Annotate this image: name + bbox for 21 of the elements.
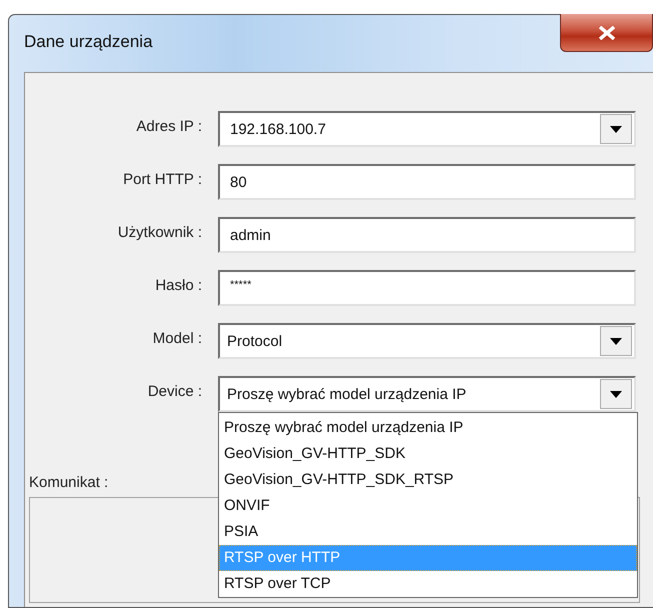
field-label: Device : bbox=[146, 382, 202, 400]
dropdown-button[interactable] bbox=[600, 379, 632, 409]
password-field[interactable]: ***** bbox=[218, 270, 636, 306]
dropdown-arrow-icon bbox=[610, 390, 622, 398]
message-label: Komunikat : bbox=[29, 474, 108, 491]
dropdown-arrow-icon bbox=[610, 338, 622, 344]
field-label: Hasło : bbox=[154, 276, 202, 294]
close-icon bbox=[598, 26, 616, 40]
window-title: Dane urządzenia bbox=[24, 32, 153, 52]
combo-box[interactable]: Protocol bbox=[218, 323, 636, 359]
field-label: Port HTTP : bbox=[122, 170, 202, 188]
dropdown-button[interactable] bbox=[600, 114, 632, 144]
combo-box[interactable]: 192.168.100.7 bbox=[218, 111, 636, 147]
dropdown-arrow-icon bbox=[610, 126, 622, 132]
dropdown-button[interactable] bbox=[600, 326, 632, 356]
field-label: Użytkownik : bbox=[116, 224, 202, 240]
field-label: Model : bbox=[152, 330, 202, 346]
close-button[interactable] bbox=[560, 14, 653, 52]
input-field[interactable]: admin bbox=[218, 217, 636, 253]
field-label: Adres IP : bbox=[135, 118, 202, 134]
input-field[interactable]: 80 bbox=[218, 164, 636, 200]
